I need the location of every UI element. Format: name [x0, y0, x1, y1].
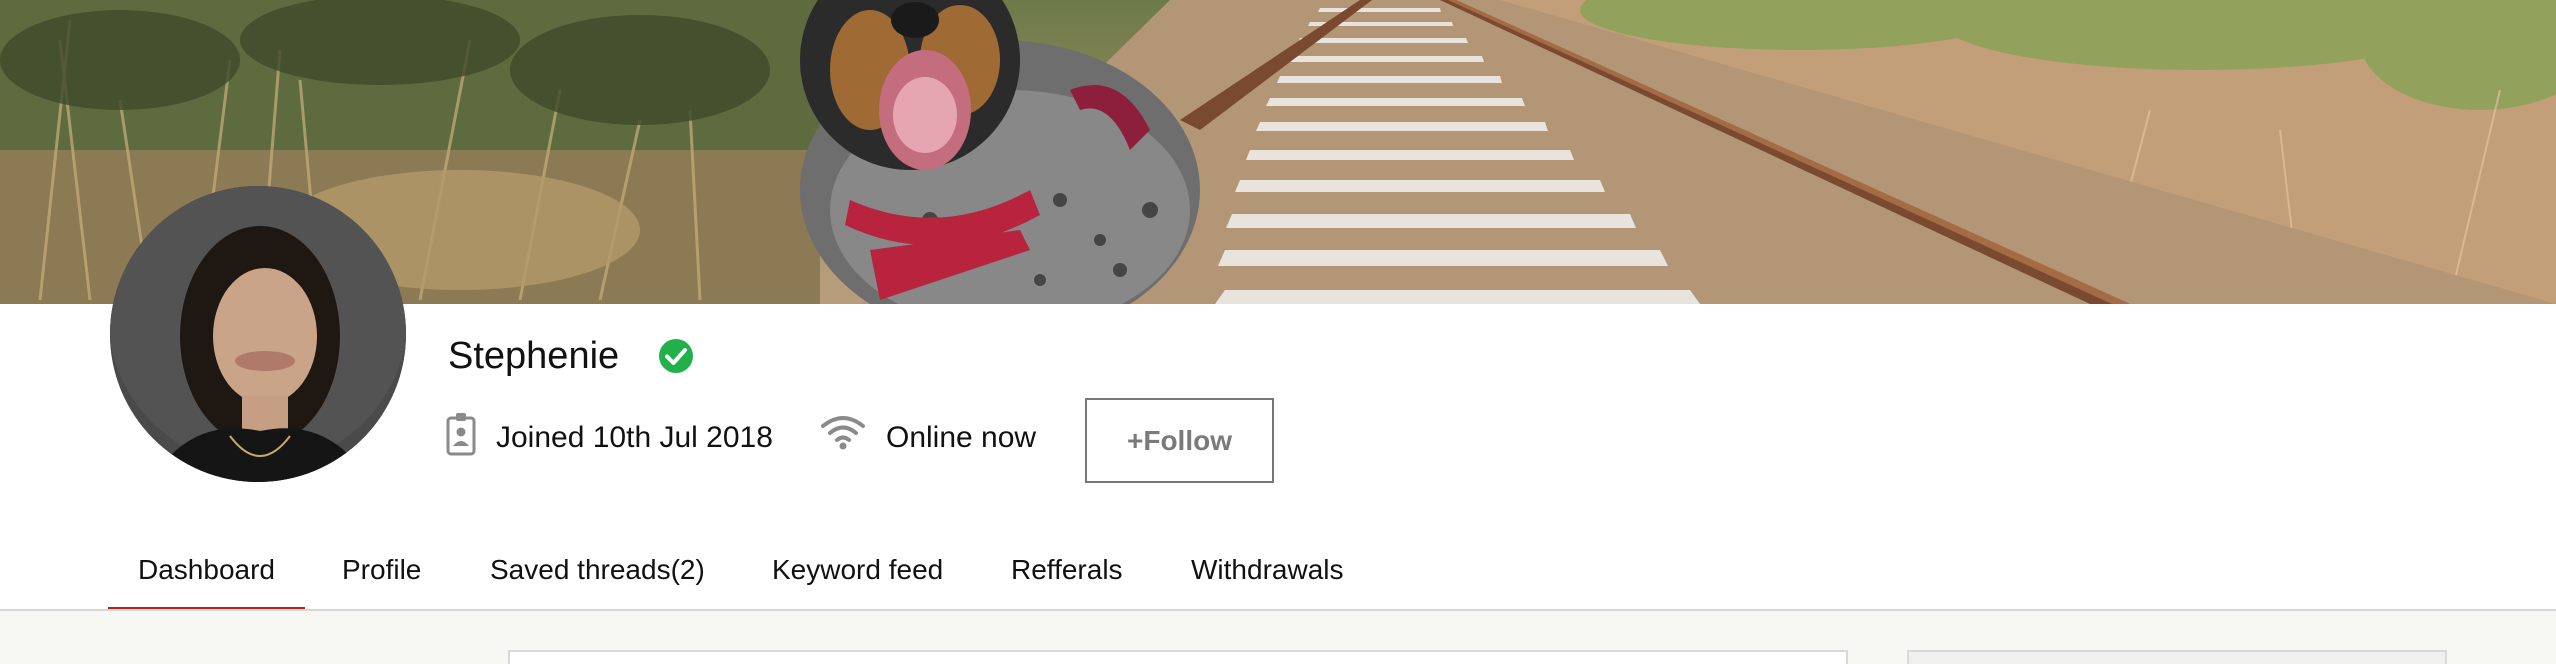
tab-label: Profile	[342, 554, 422, 585]
tab-label: Keyword feed	[772, 554, 944, 585]
profile-name: Stephenie	[448, 335, 620, 377]
profile-tabs: Dashboard Profile Saved threads(2) Keywo…	[0, 530, 2556, 611]
avatar[interactable]	[110, 186, 406, 482]
profile-page: Stephenie Joined 10th Jul 2018 Online no…	[0, 0, 2556, 664]
tab-referrals[interactable]: Refferals	[981, 530, 1153, 610]
online-status: Online now	[886, 421, 1037, 454]
tab-dashboard[interactable]: Dashboard	[108, 530, 305, 611]
tab-label: Refferals	[1011, 554, 1123, 585]
tab-keyword-feed[interactable]: Keyword feed	[742, 530, 973, 610]
side-panel	[1907, 650, 2447, 664]
tab-saved-threads[interactable]: Saved threads(2)	[460, 530, 735, 610]
wifi-icon	[821, 416, 865, 450]
id-badge-icon	[446, 413, 476, 456]
follow-button[interactable]: +Follow	[1085, 398, 1274, 483]
tab-profile[interactable]: Profile	[312, 530, 451, 610]
avatar-image	[110, 186, 406, 482]
tab-label: Withdrawals	[1191, 554, 1344, 585]
check-circle-icon	[659, 339, 693, 373]
joined-date: Joined 10th Jul 2018	[496, 421, 773, 454]
tab-label: Saved threads(2)	[490, 554, 705, 585]
tab-label: Dashboard	[138, 554, 275, 585]
main-panel	[508, 650, 1848, 664]
tab-withdrawals[interactable]: Withdrawals	[1161, 530, 1373, 610]
